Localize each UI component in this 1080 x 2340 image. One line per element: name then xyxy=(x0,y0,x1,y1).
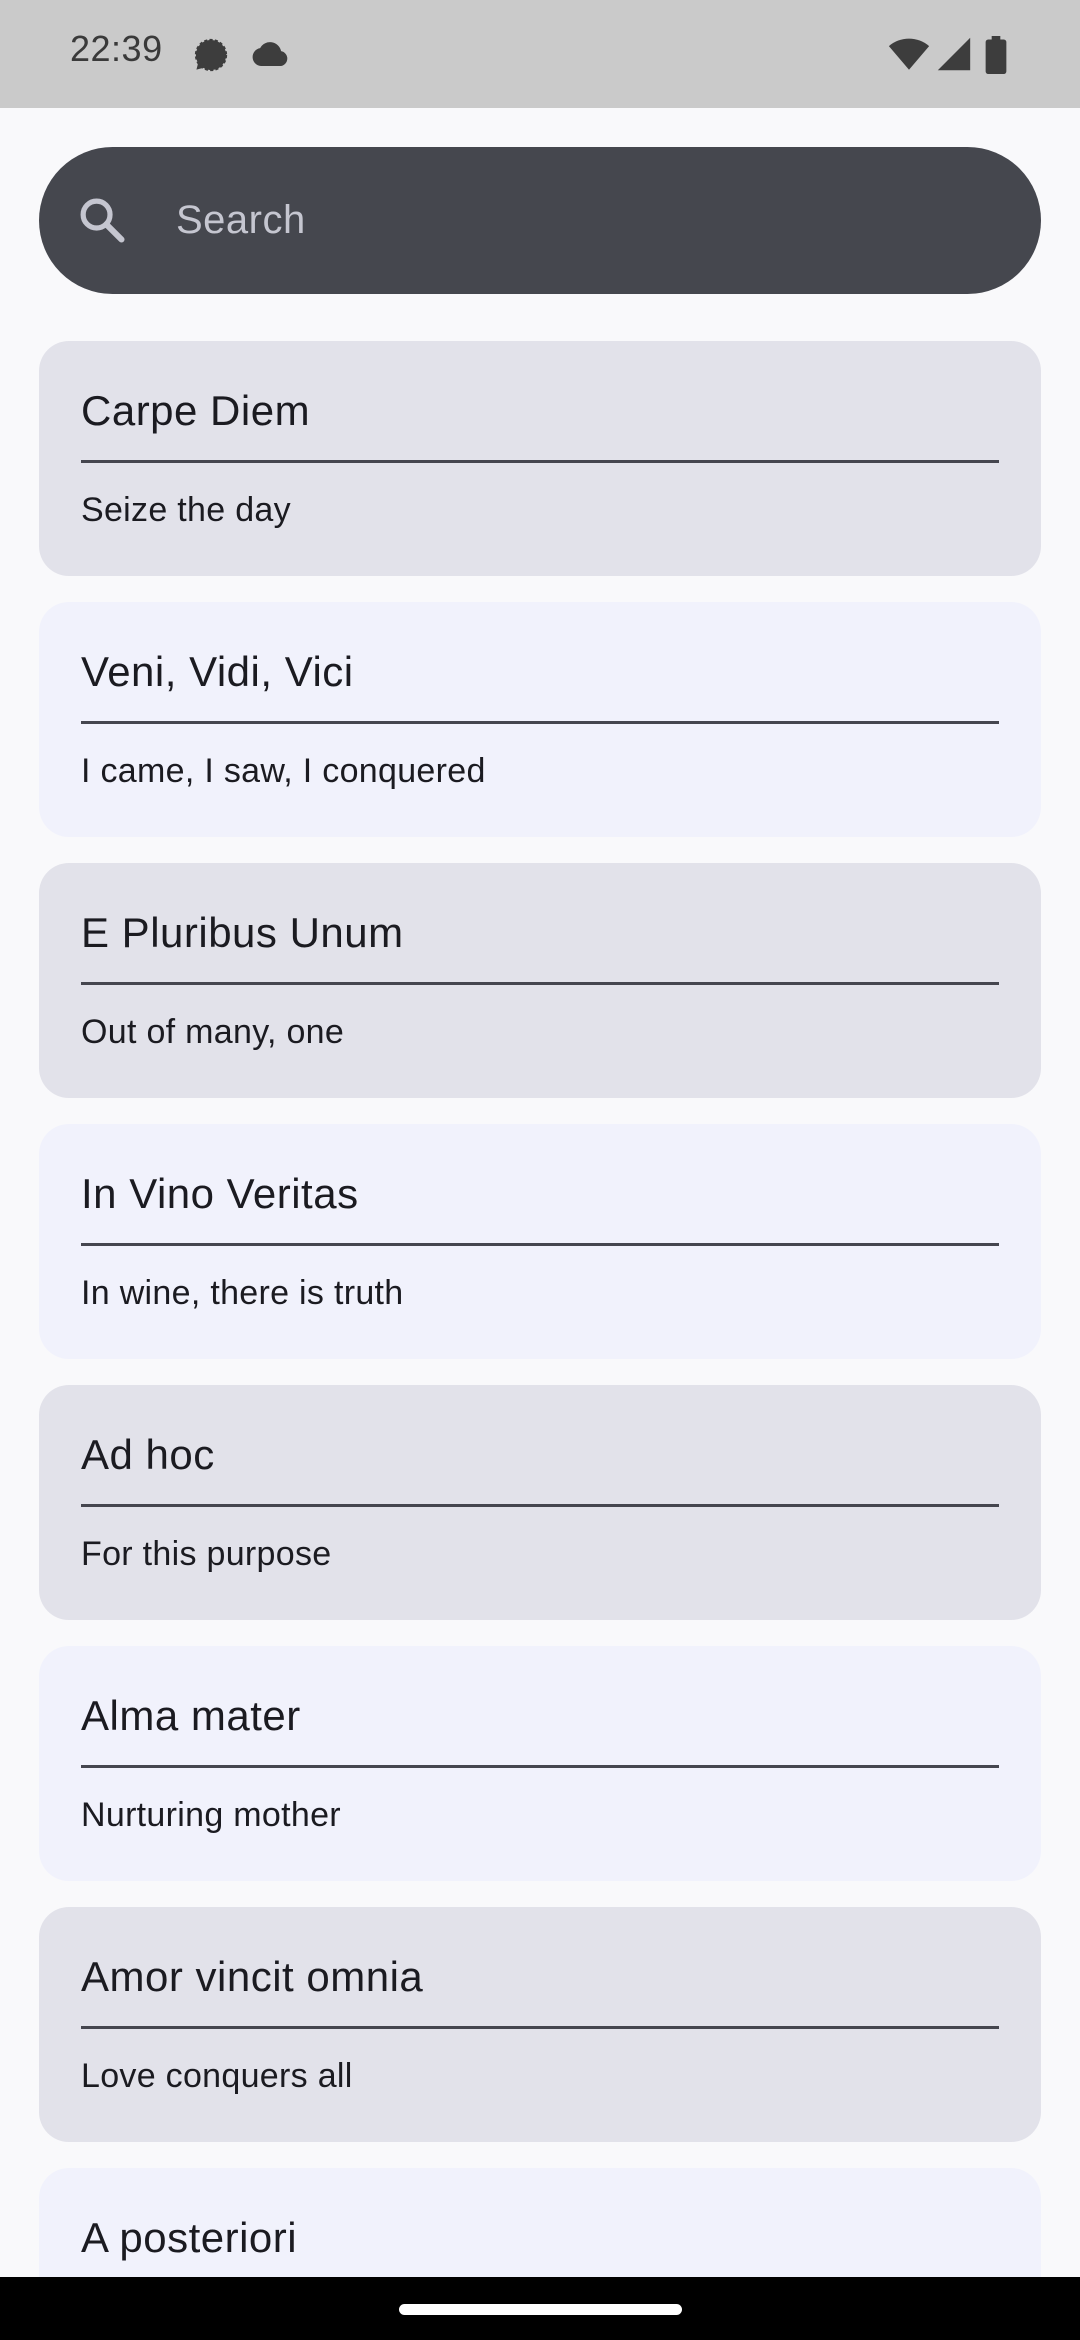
phrase-title: Veni, Vidi, Vici xyxy=(81,648,354,695)
phrase-translation: For this purpose xyxy=(81,1535,332,1573)
phrase-translation: Out of many, one xyxy=(81,1013,345,1051)
phrase-card[interactable]: Carpe Diem Seize the day xyxy=(39,341,1041,576)
phrase-card[interactable]: E Pluribus Unum Out of many, one xyxy=(39,863,1041,1098)
search-icon[interactable] xyxy=(76,194,128,246)
phrase-title: Amor vincit omnia xyxy=(81,1953,424,2000)
status-bar: 22:39 xyxy=(0,0,1080,108)
card-divider xyxy=(81,982,999,985)
cellular-signal-icon xyxy=(937,37,971,71)
phrase-translation: Nurturing mother xyxy=(81,1796,341,1834)
navigation-bar xyxy=(0,2277,1080,2340)
card-divider xyxy=(81,721,999,724)
phrase-title: Alma mater xyxy=(81,1692,301,1739)
phrase-title: E Pluribus Unum xyxy=(81,909,404,956)
phrase-title: In Vino Veritas xyxy=(81,1170,359,1217)
phrase-card[interactable]: Veni, Vidi, Vici I came, I saw, I conque… xyxy=(39,602,1041,837)
phrase-card[interactable]: In Vino Veritas In wine, there is truth xyxy=(39,1124,1041,1359)
signal-messenger-icon xyxy=(194,38,228,72)
battery-icon xyxy=(985,36,1007,74)
wifi-icon xyxy=(888,38,930,70)
card-divider xyxy=(81,2026,999,2029)
phrase-title: Carpe Diem xyxy=(81,387,311,434)
phrase-card[interactable]: Alma mater Nurturing mother xyxy=(39,1646,1041,1881)
phrase-card[interactable]: Ad hoc For this purpose xyxy=(39,1385,1041,1620)
phrase-translation: Love conquers all xyxy=(81,2057,353,2095)
search-input[interactable] xyxy=(176,190,996,250)
phrase-card[interactable]: Amor vincit omnia Love conquers all xyxy=(39,1907,1041,2142)
phrase-translation: I came, I saw, I conquered xyxy=(81,752,486,790)
card-divider xyxy=(81,1504,999,1507)
home-gesture-handle[interactable] xyxy=(399,2304,682,2315)
card-divider xyxy=(81,460,999,463)
phrase-translation: Seize the day xyxy=(81,491,291,529)
card-divider xyxy=(81,1765,999,1768)
phrase-title: Ad hoc xyxy=(81,1431,215,1478)
phrase-list[interactable]: Carpe Diem Seize the day Veni, Vidi, Vic… xyxy=(39,341,1041,2277)
cloud-icon xyxy=(252,42,288,66)
phrase-title: A posteriori xyxy=(81,2214,298,2261)
status-time: 22:39 xyxy=(70,28,163,69)
card-divider xyxy=(81,1243,999,1246)
phrase-translation: In wine, there is truth xyxy=(81,1274,404,1312)
phrase-card[interactable]: A posteriori xyxy=(39,2168,1041,2277)
